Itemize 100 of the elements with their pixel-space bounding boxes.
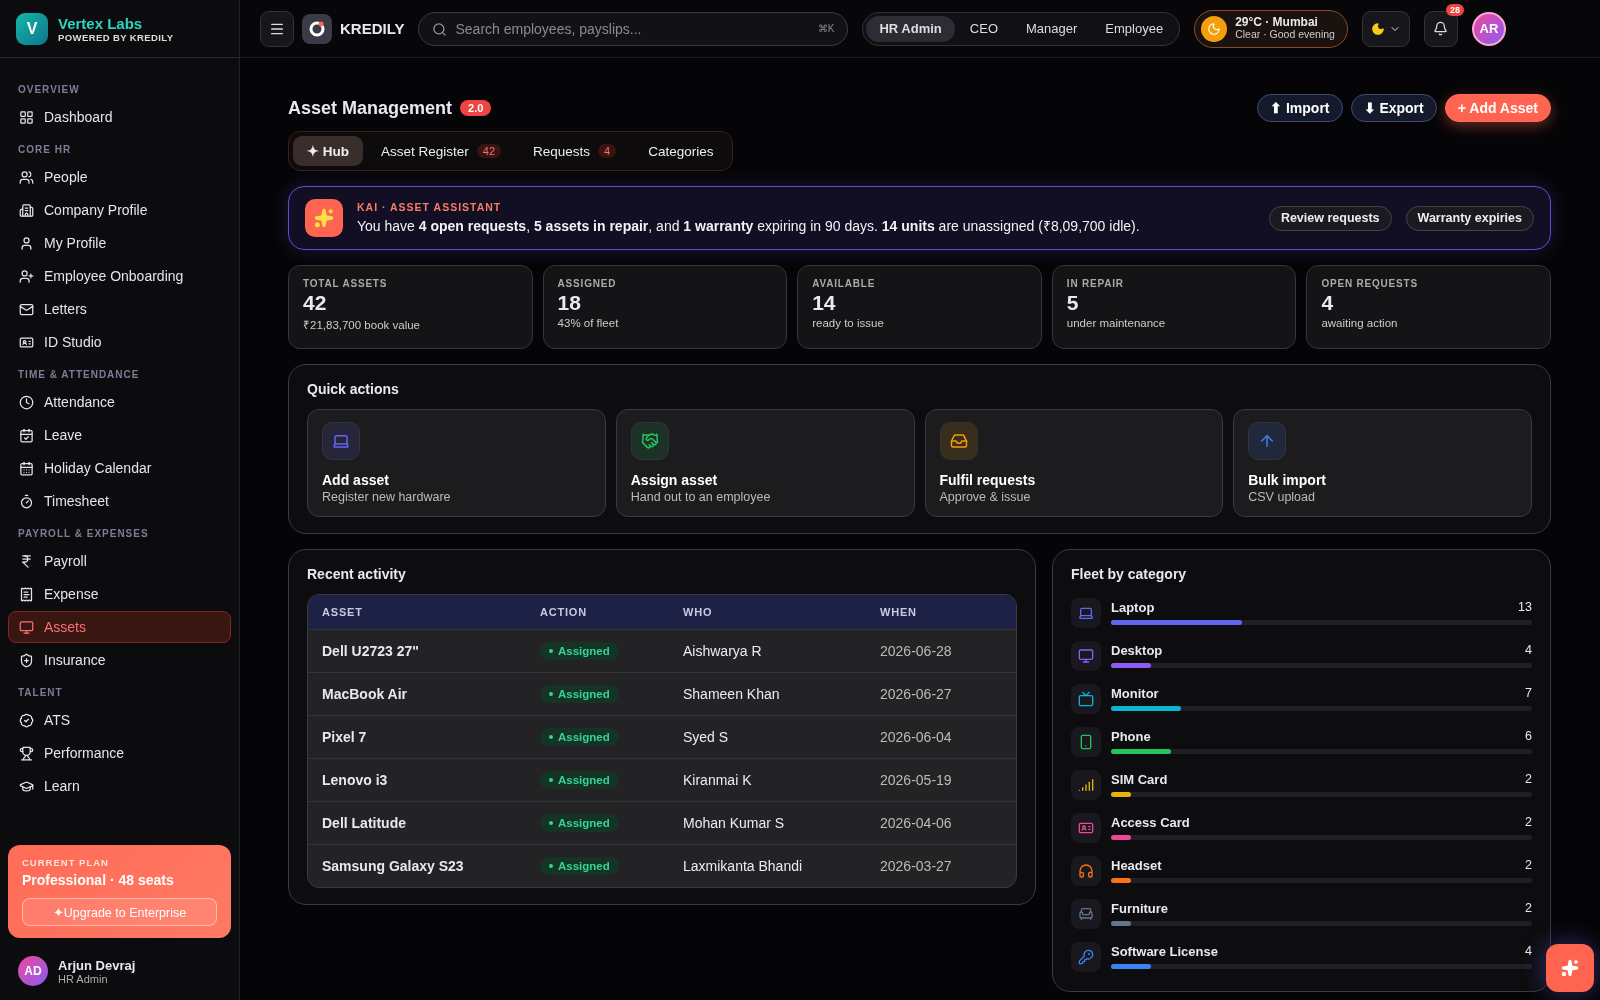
role-tab[interactable]: HR Admin (866, 15, 955, 42)
nav-icon (19, 778, 34, 794)
column-header: WHEN (880, 606, 918, 618)
date-cell-text: 2026-05-19 (880, 772, 953, 788)
menu-button[interactable] (260, 10, 294, 47)
nav-icon (19, 268, 34, 284)
stat-note: under maintenance (1066, 317, 1167, 329)
category-count: 2 (1525, 901, 1532, 916)
action-button[interactable]: ⬇ Export (1350, 94, 1437, 122)
assistant-button[interactable]: Review requests (1268, 205, 1392, 231)
stat-value: 4 (1321, 291, 1335, 315)
role-tab[interactable]: CEO (956, 15, 1011, 42)
brand-tagline: POWERED BY KREDILY (58, 31, 174, 43)
category-icon (1071, 812, 1101, 843)
sidebar-item[interactable]: Holiday Calendar (8, 452, 231, 484)
user-role: HR Admin (58, 972, 108, 985)
nav-icon (19, 235, 34, 251)
nav-icon (19, 202, 34, 218)
assistant-message: You have 4 open requests, 5 assets in repair, and 1 warranty expiring in 90 days. 14 units are unassigned (₹8,09,700 idle). (357, 217, 1141, 235)
quick-action-title: Assign asset (630, 472, 719, 488)
product-logo (302, 13, 332, 44)
asset-cell-text: Dell Latitude (322, 815, 407, 831)
sidebar-item[interactable]: People (8, 161, 231, 193)
sidebar-item[interactable]: Letters (8, 293, 231, 325)
category-icon (1071, 726, 1101, 757)
brand-logo: V (16, 12, 48, 45)
stat-label: ASSIGNED (557, 278, 618, 289)
nav-icon (19, 493, 34, 509)
nav-icon (19, 109, 34, 125)
category-icon (1071, 597, 1101, 628)
category-icon (1071, 683, 1101, 714)
nav-icon (19, 619, 34, 635)
tab[interactable]: Requests 4 (519, 136, 631, 166)
sidebar-item[interactable]: Leave (8, 419, 231, 451)
nav-section-title: TIME & ATTENDANCE (17, 368, 141, 382)
category-count: 13 (1518, 600, 1532, 615)
sidebar-item[interactable]: ATS (8, 704, 231, 736)
bell-icon (1433, 21, 1449, 36)
sidebar-item[interactable]: Assets (8, 611, 231, 643)
quick-action-title: Add asset (322, 472, 390, 488)
quick-action[interactable]: Assign asset Hand out to an employee (615, 409, 915, 517)
nav-icon (19, 652, 34, 668)
category-name: Headset (1111, 858, 1162, 873)
asset-cell-text: Samsung Galaxy S23 (322, 858, 465, 874)
quick-action[interactable]: Bulk import CSV upload (1233, 409, 1532, 517)
user-avatar[interactable]: AR (1471, 11, 1506, 46)
nav-section-title: CORE HR (17, 143, 73, 157)
sidebar-item[interactable]: Attendance (8, 386, 231, 418)
stat-value: 18 (557, 291, 582, 315)
asset-cell-text: Pixel 7 (322, 729, 368, 745)
sidebar-item[interactable]: Timesheet (8, 485, 231, 517)
nav-icon (19, 334, 34, 350)
theme-button[interactable] (1361, 10, 1410, 47)
brand-name: Vertex Labs (58, 14, 144, 32)
assistant-button[interactable]: Warranty expiries (1405, 205, 1534, 231)
category-name: SIM Card (1111, 772, 1168, 787)
sidebar-item[interactable]: Learn (8, 770, 231, 802)
category-count: 6 (1525, 729, 1532, 744)
column-header: WHO (683, 606, 714, 618)
sparkles-icon (305, 199, 343, 237)
category-count: 4 (1525, 643, 1532, 658)
weather-detail: Clear · Good evening (1235, 29, 1335, 41)
stat-note: awaiting action (1321, 317, 1399, 329)
category-name: Phone (1111, 729, 1151, 744)
action-button[interactable]: ⬆ Import (1257, 94, 1343, 122)
plan-caption: CURRENT PLAN (22, 857, 110, 868)
sidebar-item[interactable]: Payroll (8, 545, 231, 577)
who-cell-text: Mohan Kumar S (683, 815, 786, 831)
quick-action[interactable]: Add asset Register new hardware (307, 409, 606, 517)
stat-note: 43% of fleet (557, 317, 620, 329)
sidebar-item[interactable]: Company Profile (8, 194, 231, 226)
sidebar-item[interactable]: Employee Onboarding (8, 260, 231, 292)
version-badge: 2.0 (460, 100, 492, 116)
status-badge: Assigned (540, 857, 619, 875)
sidebar-item[interactable]: ID Studio (8, 326, 231, 358)
card-title: Recent activity (307, 566, 407, 582)
column-header: ACTION (540, 606, 588, 618)
quick-action[interactable]: Fulfil requests Approve & issue (924, 409, 1224, 517)
who-cell-text: Kiranmai K (683, 772, 753, 788)
role-tab[interactable]: Employee (1092, 15, 1177, 42)
tab[interactable]: Asset Register 42 (367, 136, 516, 166)
sidebar-item[interactable]: Dashboard (8, 101, 231, 133)
moon-icon (1370, 21, 1385, 36)
nav-section-title: PAYROLL & EXPENSES (17, 527, 150, 541)
sidebar-item[interactable]: Insurance (8, 644, 231, 676)
category-icon (1071, 640, 1101, 671)
date-cell-text: 2026-03-27 (880, 858, 953, 874)
product-name: KREDILY (340, 20, 405, 37)
sidebar-item[interactable]: My Profile (8, 227, 231, 259)
sidebar-item[interactable]: Performance (8, 737, 231, 769)
category-icon (1071, 941, 1101, 972)
user-avatar: AD (18, 956, 48, 986)
role-tab[interactable]: Manager (1013, 15, 1091, 42)
stat-label: IN REPAIR (1066, 278, 1125, 289)
moon-icon (1201, 15, 1228, 42)
tab[interactable]: ✦ Hub (293, 136, 363, 166)
tab[interactable]: Categories (634, 136, 728, 166)
assistant-button[interactable] (1546, 944, 1594, 992)
sidebar-item[interactable]: Expense (8, 578, 231, 610)
category-icon (1071, 855, 1101, 886)
